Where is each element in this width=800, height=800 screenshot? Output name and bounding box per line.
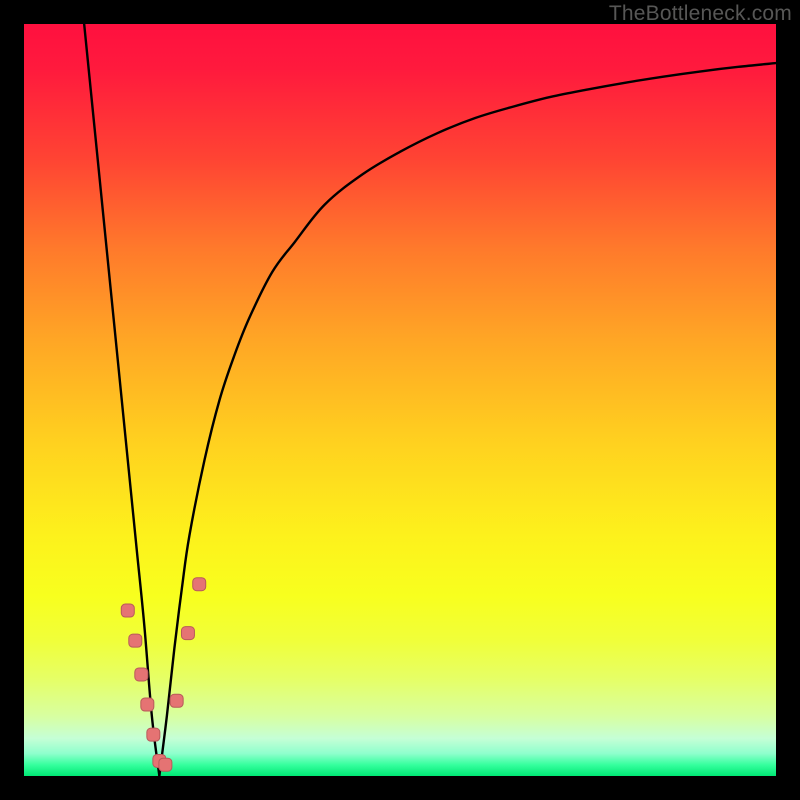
- marker-point: [121, 604, 134, 617]
- plot-area: [24, 24, 776, 776]
- marker-point: [129, 634, 142, 647]
- curve-layer: [24, 24, 776, 776]
- watermark-text: TheBottleneck.com: [609, 2, 792, 26]
- marker-point: [181, 627, 194, 640]
- marker-point: [193, 578, 206, 591]
- marker-point: [147, 728, 160, 741]
- marker-point: [170, 694, 183, 707]
- marker-point: [141, 698, 154, 711]
- marker-point: [135, 668, 148, 681]
- left-branch-curve: [84, 24, 159, 776]
- marker-point: [159, 758, 172, 771]
- chart-frame: TheBottleneck.com: [0, 0, 800, 800]
- right-branch-curve: [159, 63, 776, 776]
